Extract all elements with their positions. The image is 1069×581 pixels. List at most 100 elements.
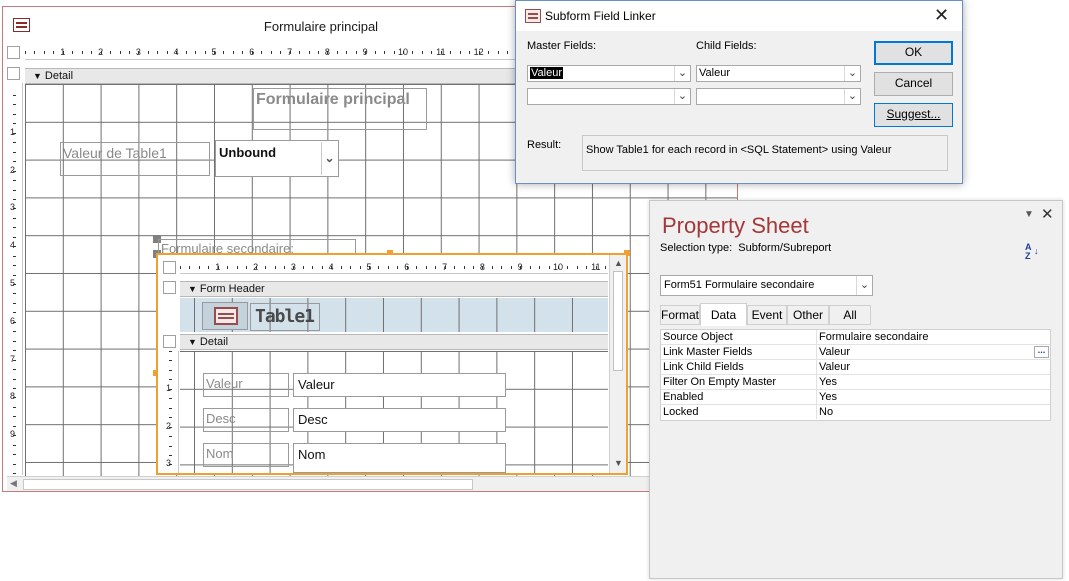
- subform-control[interactable]: 1 2 3 4 5 6 7 8 9 10 11 ▼ Form Header Table1 ▼ Detai…: [156, 253, 628, 475]
- ok-button[interactable]: OK: [874, 41, 953, 65]
- subform-vertical-scrollbar[interactable]: ▲ ▼: [609, 255, 626, 473]
- ruler-tick: [350, 266, 352, 269]
- property-row[interactable]: Link Master Fields Valeur ...: [661, 345, 1050, 360]
- ruler-tick: [13, 444, 16, 446]
- ruler-tick: [169, 369, 172, 371]
- tab-all[interactable]: All: [829, 305, 871, 325]
- ruler-tick: [185, 51, 187, 54]
- selection-type-label: Selection type:: [660, 242, 733, 254]
- tab-format[interactable]: Format: [660, 305, 700, 325]
- property-row[interactable]: Link Child Fields Valeur: [661, 360, 1050, 375]
- ruler-label: 4: [173, 47, 179, 57]
- master-field-dropdown-1[interactable]: Valeur ⌄: [527, 65, 691, 82]
- property-name: Source Object: [663, 331, 733, 343]
- property-value[interactable]: Yes: [816, 390, 1046, 404]
- ruler-label: 4: [328, 262, 334, 272]
- tab-event[interactable]: Event: [747, 305, 787, 325]
- property-row[interactable]: Filter On Empty Master Yes: [661, 375, 1050, 390]
- vertical-ruler: 1 2 3 4 5 6 7 8 9: [7, 83, 23, 475]
- ruler-tick: [227, 266, 229, 269]
- subform-detail-section-bar[interactable]: ▼ Detail: [180, 334, 608, 350]
- form-header-section-bar[interactable]: ▼ Form Header: [180, 281, 608, 297]
- desc-label[interactable]: Desc: [203, 408, 289, 432]
- build-ellipsis-button[interactable]: ...: [1034, 346, 1049, 358]
- chevron-down-icon[interactable]: ⌄: [844, 66, 860, 81]
- property-name: Locked: [663, 406, 699, 418]
- object-selector-value: Form51 Formulaire secondaire: [664, 279, 815, 291]
- property-value[interactable]: No: [816, 405, 1046, 419]
- scroll-up-icon[interactable]: ▲: [614, 258, 623, 268]
- ruler-tick: [13, 302, 16, 304]
- suggest-button[interactable]: Suggest...: [874, 103, 953, 127]
- chevron-down-icon[interactable]: ⌄: [321, 142, 337, 175]
- chevron-down-icon[interactable]: ⌄: [844, 89, 860, 104]
- chevron-down-icon[interactable]: ⌄: [674, 66, 690, 81]
- close-icon[interactable]: ✕: [1041, 205, 1054, 223]
- form-image-icon[interactable]: [202, 302, 248, 330]
- table1-title-label[interactable]: Table1: [250, 303, 320, 331]
- ruler-tick: [548, 266, 550, 269]
- heading-label[interactable]: Formulaire principal: [253, 88, 427, 130]
- ruler-label: 10: [552, 262, 564, 272]
- valeur-label[interactable]: Valeur: [203, 373, 289, 397]
- ruler-label: 2: [253, 262, 259, 272]
- child-field-dropdown-1[interactable]: Valeur ⌄: [696, 65, 861, 82]
- ruler-label: 11: [436, 47, 446, 57]
- property-value[interactable]: Formulaire secondaire: [816, 330, 1046, 344]
- ruler-tick: [265, 266, 267, 269]
- scrollbar-thumb[interactable]: [23, 479, 473, 490]
- close-icon[interactable]: ✕: [934, 5, 949, 26]
- ruler-label: 3: [290, 262, 296, 272]
- ruler-label: 5: [10, 278, 16, 288]
- subform-selector[interactable]: [163, 261, 176, 274]
- ruler-tick: [13, 387, 16, 389]
- property-value[interactable]: Valeur: [816, 345, 1046, 359]
- ruler-tick: [321, 266, 323, 269]
- valeur-de-table1-label[interactable]: Valeur de Table1: [60, 142, 210, 176]
- cancel-button[interactable]: Cancel: [874, 72, 953, 96]
- master-fields-label: Master Fields:: [527, 40, 597, 52]
- ruler-tick: [169, 398, 172, 400]
- ruler-label: 11: [591, 262, 601, 272]
- scroll-down-icon[interactable]: ▼: [614, 458, 623, 468]
- ruler-tick: [204, 51, 206, 54]
- ruler-tick: [13, 406, 16, 408]
- nom-textbox[interactable]: Nom: [293, 443, 506, 473]
- chevron-down-icon[interactable]: ⌄: [856, 276, 872, 295]
- property-name: Enabled: [663, 391, 704, 403]
- property-value[interactable]: Valeur: [816, 360, 1046, 374]
- detail-section-selector[interactable]: [163, 335, 176, 348]
- ruler-tick: [34, 51, 36, 54]
- form-selector[interactable]: [7, 46, 20, 59]
- sort-az-icon[interactable]: A Z ↓: [1025, 243, 1043, 263]
- property-row[interactable]: Enabled Yes: [661, 390, 1050, 405]
- desc-textbox[interactable]: Desc: [293, 408, 506, 432]
- tab-other[interactable]: Other: [787, 305, 829, 325]
- unbound-combo[interactable]: Unbound ⌄: [215, 140, 339, 177]
- ruler-label: 8: [10, 391, 16, 402]
- nom-label[interactable]: Nom: [203, 443, 289, 467]
- tab-data[interactable]: Data: [700, 303, 747, 326]
- ruler-tick: [13, 331, 16, 333]
- property-row[interactable]: Locked No: [661, 405, 1050, 420]
- horizontal-scrollbar[interactable]: ◀: [7, 476, 735, 491]
- valeur-textbox[interactable]: Valeur: [293, 373, 506, 397]
- ruler-tick: [169, 379, 172, 381]
- ruler-label: 9: [10, 429, 16, 440]
- property-value[interactable]: Yes: [816, 375, 1046, 389]
- chevron-down-icon[interactable]: ⌄: [674, 89, 690, 104]
- child-field-dropdown-2[interactable]: ⌄: [696, 88, 861, 105]
- section-selector[interactable]: [7, 67, 20, 80]
- master-field-dropdown-2[interactable]: ⌄: [527, 88, 691, 105]
- pane-options-chevron-icon[interactable]: ▼: [1024, 209, 1034, 220]
- scroll-left-icon[interactable]: ◀: [10, 478, 17, 489]
- ruler-tick: [246, 266, 248, 269]
- subform-vertical-ruler: 1 2 3: [163, 351, 179, 473]
- scrollbar-thumb[interactable]: [613, 271, 623, 371]
- object-selector-dropdown[interactable]: Form51 Formulaire secondaire ⌄: [660, 275, 873, 296]
- ruler-tick: [397, 266, 399, 269]
- property-row[interactable]: Source Object Formulaire secondaire: [661, 330, 1050, 345]
- ruler-tick: [340, 266, 342, 269]
- ruler-label: 4: [10, 240, 16, 251]
- header-section-selector[interactable]: [163, 281, 176, 294]
